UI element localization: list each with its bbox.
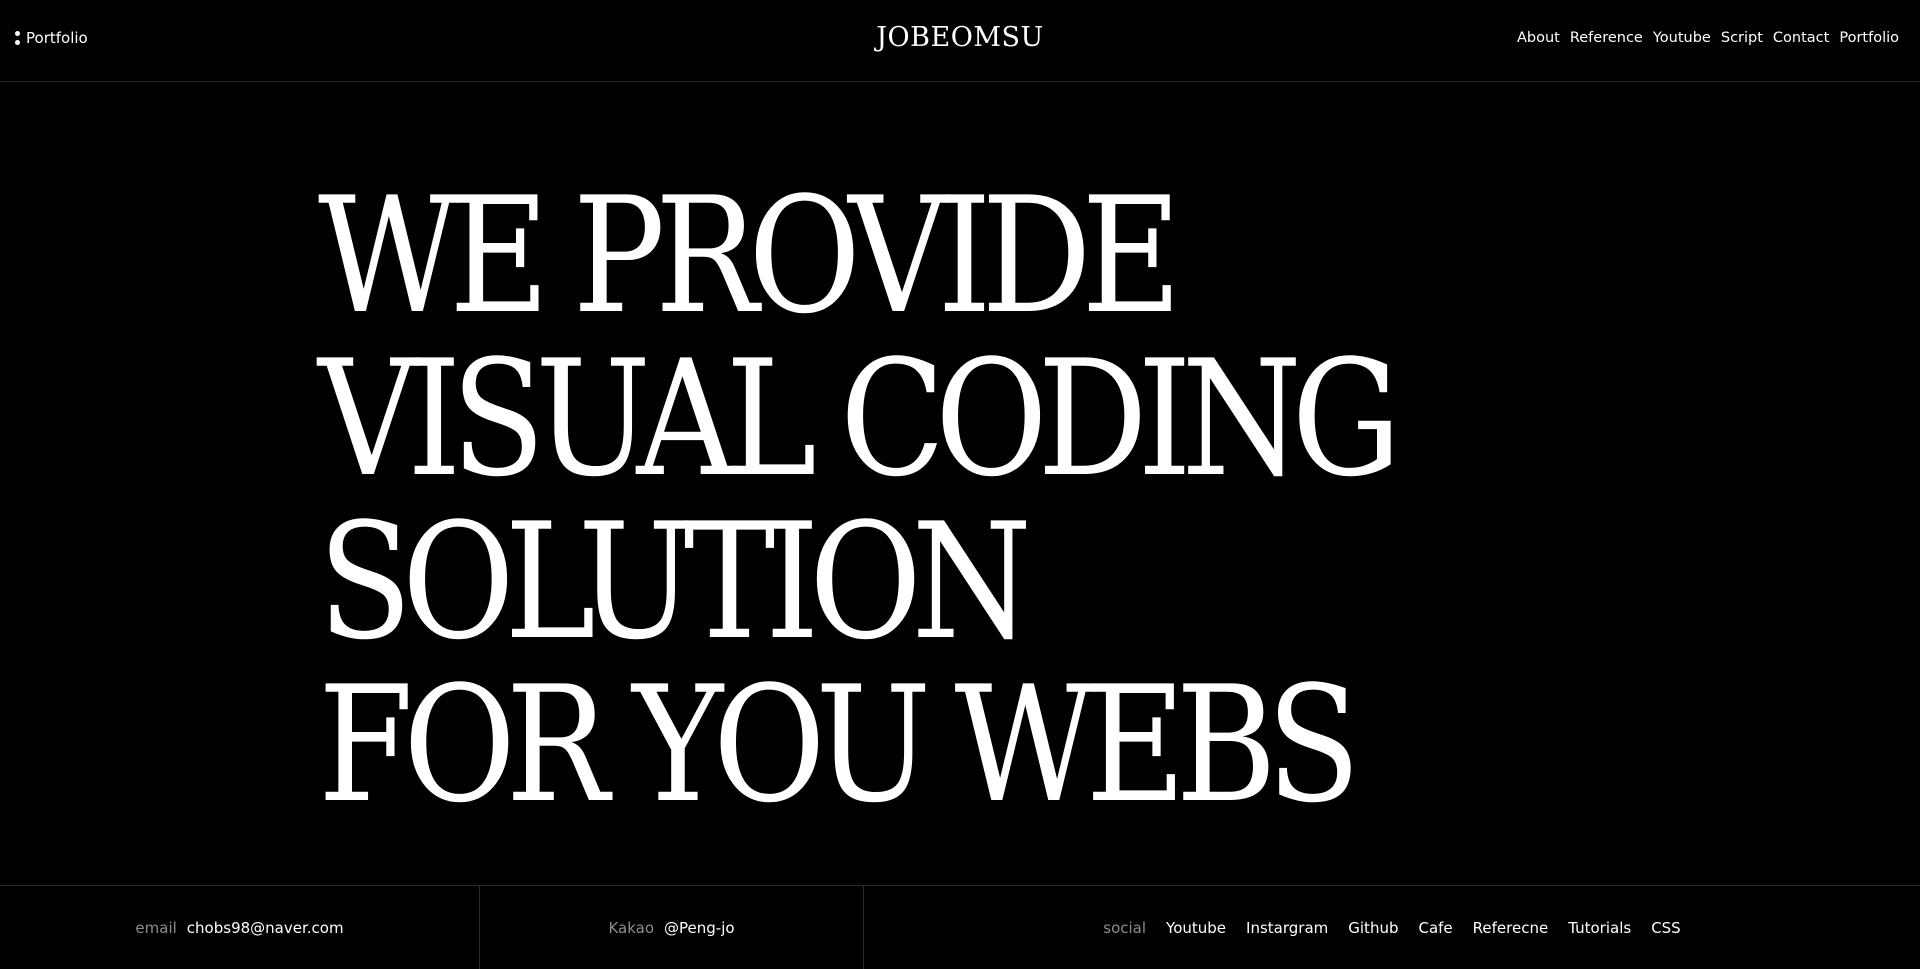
hero-line-3: SOLUTION [318, 488, 1032, 675]
nav-link-reference[interactable]: Reference [1570, 30, 1643, 46]
kakao-value[interactable]: @Peng-jo [664, 919, 735, 937]
social-link-tutorials[interactable]: Tutorials [1568, 919, 1631, 937]
hero-title: WE PROVIDE VISUAL CODING SOLUTION FOR YO… [318, 162, 1401, 838]
social-link-cafe[interactable]: Cafe [1418, 919, 1452, 937]
hero-line-2: VISUAL CODING [318, 325, 1401, 512]
email-value[interactable]: chobs98@naver.com [187, 919, 344, 937]
kakao-label: Kakao [608, 918, 655, 937]
logo-link[interactable]: JOBEOMSU [876, 22, 1044, 53]
social-label: social [1103, 918, 1147, 937]
social-link-instagram[interactable]: Instargram [1246, 919, 1328, 937]
nav-link-portfolio[interactable]: Portfolio [1839, 30, 1899, 46]
nav-link-youtube[interactable]: Youtube [1653, 30, 1711, 46]
hero-section: WE PROVIDE VISUAL CODING SOLUTION FOR YO… [0, 82, 1920, 885]
social-link-reference[interactable]: Referecne [1473, 919, 1549, 937]
social-link-youtube[interactable]: Youtube [1166, 919, 1226, 937]
email-label: email [135, 918, 177, 937]
footer-kakao: Kakao @Peng-jo [480, 886, 864, 969]
hero-line-4: FOR YOU WEBS [318, 651, 1361, 838]
site-footer: email chobs98@naver.com Kakao @Peng-jo s… [0, 885, 1920, 969]
footer-email: email chobs98@naver.com [0, 886, 480, 969]
social-link-github[interactable]: Github [1348, 919, 1398, 937]
nav-link-contact[interactable]: Contact [1773, 30, 1829, 46]
social-link-css[interactable]: CSS [1651, 919, 1681, 937]
main-nav: About Reference Youtube Script Contact P… [1517, 30, 1899, 46]
site-header: Portfolio JOBEOMSU About Reference Youtu… [0, 0, 1920, 82]
social-links: Youtube Instargram Github Cafe Referecne… [1166, 919, 1681, 937]
nav-link-about[interactable]: About [1517, 30, 1560, 46]
hero-line-1: WE PROVIDE [318, 162, 1182, 349]
nav-link-script[interactable]: Script [1721, 30, 1763, 46]
footer-social: social Youtube Instargram Github Cafe Re… [864, 886, 1920, 969]
